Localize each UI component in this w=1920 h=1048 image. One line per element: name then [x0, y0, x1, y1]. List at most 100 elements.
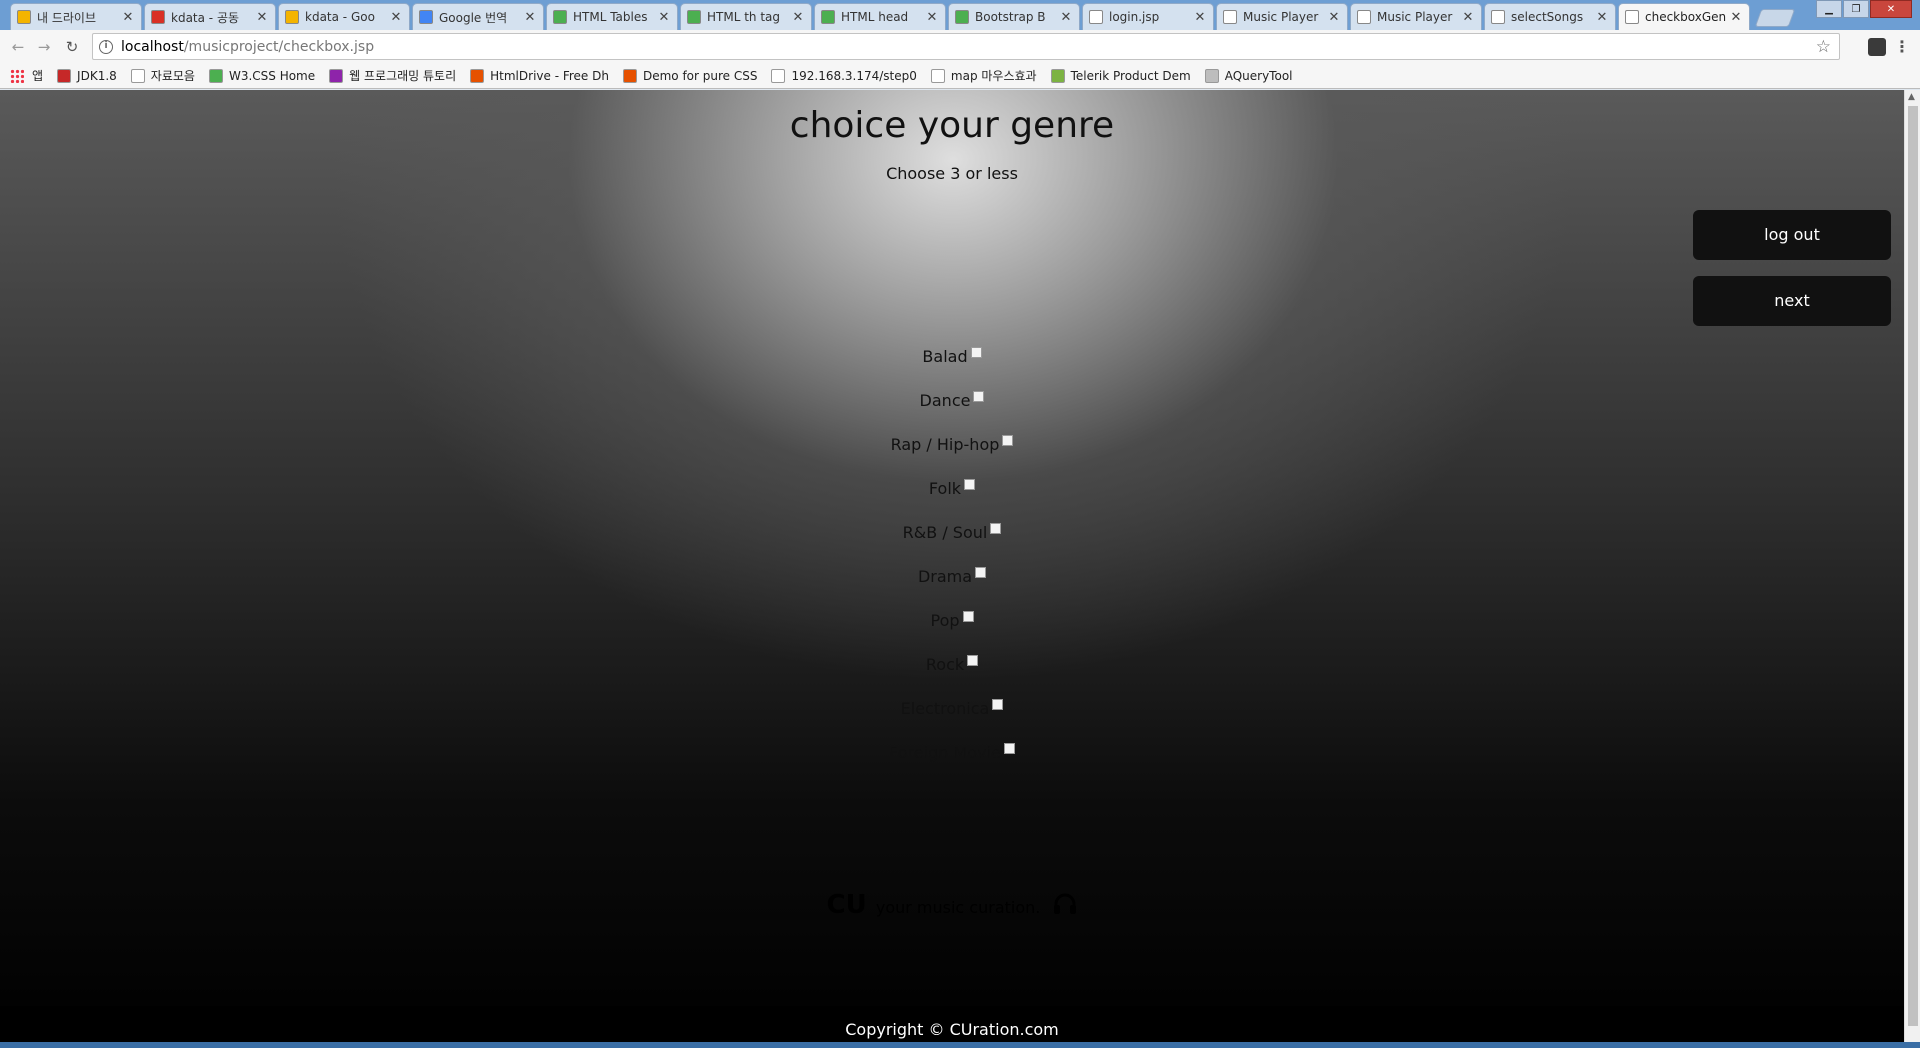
genre-option[interactable]: Electronica — [0, 686, 1904, 730]
brand: CU your music curation. — [0, 890, 1904, 920]
bookmark-favicon-icon — [622, 68, 637, 83]
browser-tab[interactable]: kdata - 공동 ✕ — [144, 3, 276, 30]
genre-checkbox[interactable] — [964, 478, 976, 490]
window-close-button[interactable]: ✕ — [1870, 0, 1912, 18]
tab-title: login.jsp — [1109, 10, 1160, 24]
tab-close-icon[interactable]: ✕ — [1461, 10, 1475, 25]
info-icon[interactable]: i — [99, 39, 113, 54]
bookmark-label: HtmlDrive - Free Dh — [490, 68, 609, 83]
scrollbar-thumb[interactable] — [1908, 106, 1918, 1026]
genre-checkbox[interactable] — [1002, 434, 1014, 446]
browser-tab[interactable]: kdata - Goo ✕ — [278, 3, 410, 30]
genre-checkbox[interactable] — [975, 566, 987, 578]
genre-label: Pop — [930, 610, 960, 630]
genre-label: Foreign Movie — [889, 742, 1001, 762]
apps-icon — [10, 68, 24, 83]
genre-option[interactable]: R&B / Soul — [0, 510, 1904, 554]
address-bar[interactable]: i localhost/musicproject/checkbox.jsp ☆ — [92, 33, 1840, 60]
bookmark-favicon-icon — [208, 68, 223, 83]
browser-tab[interactable]: Bootstrap B ✕ — [948, 3, 1080, 30]
tab-close-icon[interactable]: ✕ — [255, 10, 269, 25]
genre-option[interactable]: Balad — [0, 334, 1904, 378]
genre-label: Folk — [928, 478, 962, 498]
bookmark-item[interactable]: JDK1.8 — [57, 68, 117, 83]
genre-option[interactable]: Rock — [0, 642, 1904, 686]
translate-extension-icon[interactable] — [1868, 38, 1886, 56]
genre-option[interactable]: Pop — [0, 598, 1904, 642]
bookmark-item[interactable]: W3.CSS Home — [208, 68, 316, 83]
bookmark-item[interactable]: AQueryTool — [1204, 68, 1293, 83]
tab-close-icon[interactable]: ✕ — [1729, 10, 1743, 25]
genre-option[interactable]: Rap / Hip-hop — [0, 422, 1904, 466]
tab-title: 내 드라이브 — [37, 10, 97, 25]
genre-checkbox[interactable] — [992, 698, 1004, 710]
tab-close-icon[interactable]: ✕ — [657, 10, 671, 25]
browser-tab[interactable]: checkboxGen ✕ — [1618, 3, 1750, 30]
bookmark-label: W3.CSS Home — [228, 68, 316, 83]
bookmark-favicon-icon — [57, 68, 72, 83]
browser-tab[interactable]: Music Player ✕ — [1350, 3, 1482, 30]
genre-option[interactable]: Drama — [0, 554, 1904, 598]
bookmark-item[interactable]: map 마우스효과 — [930, 67, 1037, 84]
tab-close-icon[interactable]: ✕ — [1595, 10, 1609, 25]
brand-logo-text: CU — [826, 890, 867, 920]
browser-tab[interactable]: HTML head ✕ — [814, 3, 946, 30]
tab-title: kdata - Goo — [305, 10, 375, 24]
tab-close-icon[interactable]: ✕ — [121, 10, 135, 25]
bookmark-star-icon[interactable]: ☆ — [1816, 37, 1831, 57]
genre-checkbox[interactable] — [967, 654, 979, 666]
genre-checkbox[interactable] — [990, 522, 1002, 534]
logout-button[interactable]: log out — [1693, 210, 1891, 260]
genre-checkbox[interactable] — [973, 390, 985, 402]
tab-favicon-icon — [1357, 10, 1371, 24]
genre-option[interactable]: Foreign Movie — [0, 730, 1904, 774]
tab-close-icon[interactable]: ✕ — [523, 10, 537, 25]
tab-close-icon[interactable]: ✕ — [925, 10, 939, 25]
browser-tab[interactable]: HTML th tag ✕ — [680, 3, 812, 30]
next-button[interactable]: next — [1693, 276, 1891, 326]
tab-title: kdata - 공동 — [171, 10, 240, 25]
reload-icon[interactable]: ↻ — [62, 37, 82, 57]
tab-close-icon[interactable]: ✕ — [791, 10, 805, 25]
genre-checkbox[interactable] — [1003, 742, 1015, 754]
tab-favicon-icon — [1625, 10, 1639, 24]
tab-close-icon[interactable]: ✕ — [1059, 10, 1073, 25]
tab-favicon-icon — [687, 10, 701, 24]
genre-checkbox[interactable] — [970, 346, 982, 358]
brand-tagline: your music curation. — [875, 898, 1041, 917]
new-tab-button[interactable] — [1754, 9, 1796, 27]
bookmark-item[interactable]: 웹 프로그래밍 튜토리 — [329, 67, 456, 84]
tab-close-icon[interactable]: ✕ — [1327, 10, 1341, 25]
genre-option[interactable]: Dance — [0, 378, 1904, 422]
page-title: choice your genre — [789, 105, 1115, 146]
bookmark-item[interactable]: Demo for pure CSS — [622, 68, 757, 83]
genre-option[interactable]: Folk — [0, 466, 1904, 510]
tab-title: HTML Tables — [573, 10, 648, 24]
browser-tab[interactable]: 내 드라이브 ✕ — [10, 3, 142, 30]
bookmark-item[interactable]: Telerik Product Dem — [1050, 68, 1191, 83]
tab-close-icon[interactable]: ✕ — [389, 10, 403, 25]
bookmark-item[interactable]: HtmlDrive - Free Dh — [470, 68, 609, 83]
bookmark-item[interactable]: 앱 — [10, 67, 43, 84]
minimize-button[interactable]: ▁ — [1816, 0, 1842, 18]
menu-icon[interactable]: ⋮ — [1894, 37, 1910, 56]
back-arrow-icon[interactable]: ← — [8, 37, 28, 57]
bookmark-item[interactable]: 192.168.3.174/step0 — [771, 68, 917, 83]
bookmark-item[interactable]: 자료모음 — [130, 67, 195, 84]
tab-close-icon[interactable]: ✕ — [1193, 10, 1207, 25]
scroll-up-arrow-icon[interactable]: ▲ — [1908, 92, 1915, 102]
tab-favicon-icon — [553, 10, 567, 24]
browser-tab[interactable]: selectSongs ✕ — [1484, 3, 1616, 30]
browser-tab[interactable]: HTML Tables ✕ — [546, 3, 678, 30]
tab-list: 내 드라이브 ✕ kdata - 공동 ✕ kdata - Goo ✕ Google 번역 ✕… — [10, 3, 1796, 30]
browser-tab[interactable]: login.jsp ✕ — [1082, 3, 1214, 30]
browser-tab[interactable]: Music Player ✕ — [1216, 3, 1348, 30]
forward-arrow-icon[interactable]: → — [34, 37, 54, 57]
tab-favicon-icon — [17, 10, 31, 24]
browser-tab[interactable]: Google 번역 ✕ — [412, 3, 544, 30]
genre-checkbox[interactable] — [962, 610, 974, 622]
genre-label: Electronica — [900, 698, 990, 718]
tab-title: Music Player — [1243, 10, 1319, 24]
vertical-scrollbar[interactable]: ▲ — [1904, 90, 1920, 1042]
maximize-button[interactable]: ❐ — [1843, 0, 1869, 18]
